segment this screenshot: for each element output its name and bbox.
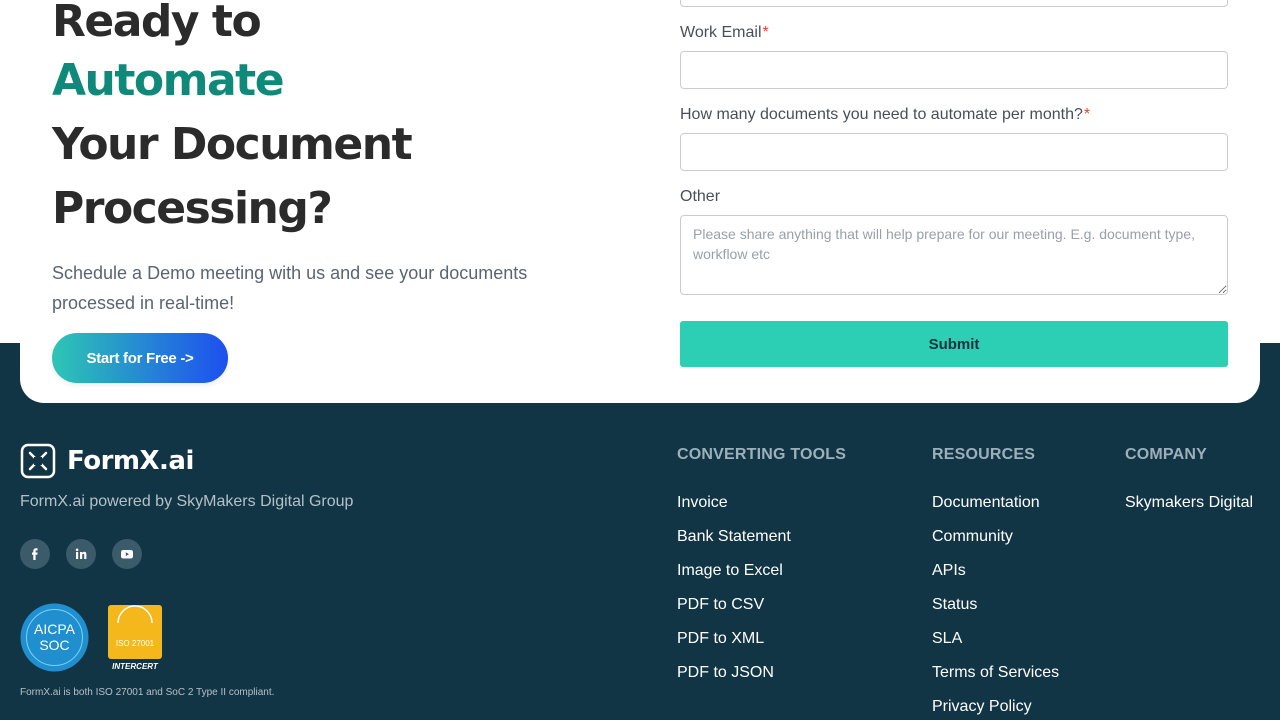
link-status[interactable]: Status — [932, 596, 977, 614]
hero-heading-line-1: Ready to — [52, 0, 262, 47]
link-apis[interactable]: APIs — [932, 562, 966, 580]
aicpa-text: AICPA — [34, 621, 76, 637]
link-invoice[interactable]: Invoice — [677, 494, 728, 512]
link-skymakers-digital[interactable]: Skymakers Digital — [1125, 494, 1253, 512]
other-textarea[interactable] — [680, 215, 1228, 295]
link-pdf-to-json[interactable]: PDF to JSON — [677, 664, 774, 682]
converting-tools-heading: CONVERTING TOOLS — [677, 446, 847, 463]
soc-text: SOC — [39, 637, 69, 653]
formx-logo-icon — [20, 443, 56, 479]
required-mark: * — [762, 24, 769, 41]
start-for-free-button[interactable]: Start for Free -> — [52, 333, 228, 383]
resources-heading: RESOURCES — [932, 446, 1036, 463]
work-email-label: Work Email* — [680, 24, 769, 42]
hero-heading-line-4: Processing? — [52, 183, 333, 234]
iso-text: ISO 27001 — [116, 639, 155, 648]
youtube-icon[interactable] — [112, 539, 142, 569]
link-community[interactable]: Community — [932, 528, 1013, 546]
documents-per-month-field[interactable] — [680, 133, 1228, 171]
submit-button[interactable]: Submit — [680, 321, 1228, 367]
link-sla[interactable]: SLA — [932, 630, 962, 648]
other-label: Other — [680, 188, 721, 205]
link-pdf-to-xml[interactable]: PDF to XML — [677, 630, 764, 648]
facebook-icon[interactable] — [20, 539, 50, 569]
footer-tagline: FormX.ai powered by SkyMakers Digital Gr… — [20, 493, 354, 510]
link-bank-statement[interactable]: Bank Statement — [677, 528, 791, 546]
hero-heading-line-3: Your Document — [52, 119, 413, 170]
documents-per-month-label-text: How many documents you need to automate … — [680, 106, 1083, 123]
link-documentation[interactable]: Documentation — [932, 494, 1040, 512]
required-mark: * — [1083, 106, 1091, 123]
hero-subtitle: Schedule a Demo meeting with us and see … — [52, 263, 528, 313]
linkedin-icon[interactable] — [66, 539, 96, 569]
link-terms-of-services[interactable]: Terms of Services — [932, 664, 1059, 682]
aicpa-soc-badge: AICPA SOC — [20, 603, 89, 672]
brand-name: FormX.ai — [67, 446, 194, 476]
link-privacy-policy[interactable]: Privacy Policy — [932, 698, 1032, 716]
company-field[interactable] — [680, 0, 1228, 7]
hero-heading-accent: Automate — [52, 55, 285, 106]
company-heading: COMPANY — [1125, 446, 1207, 463]
documents-per-month-label: How many documents you need to automate … — [680, 106, 1090, 124]
intercert-text: INTERCERT — [112, 662, 159, 671]
link-pdf-to-csv[interactable]: PDF to CSV — [677, 596, 764, 614]
iso-27001-badge: ISO 27001 INTERCERT — [108, 605, 162, 671]
link-image-to-excel[interactable]: Image to Excel — [677, 562, 783, 580]
work-email-field[interactable] — [680, 51, 1228, 89]
footer-logo[interactable]: FormX.ai — [20, 443, 194, 479]
compliance-note: FormX.ai is both ISO 27001 and SoC 2 Typ… — [20, 687, 275, 698]
work-email-label-text: Work Email — [680, 24, 762, 41]
